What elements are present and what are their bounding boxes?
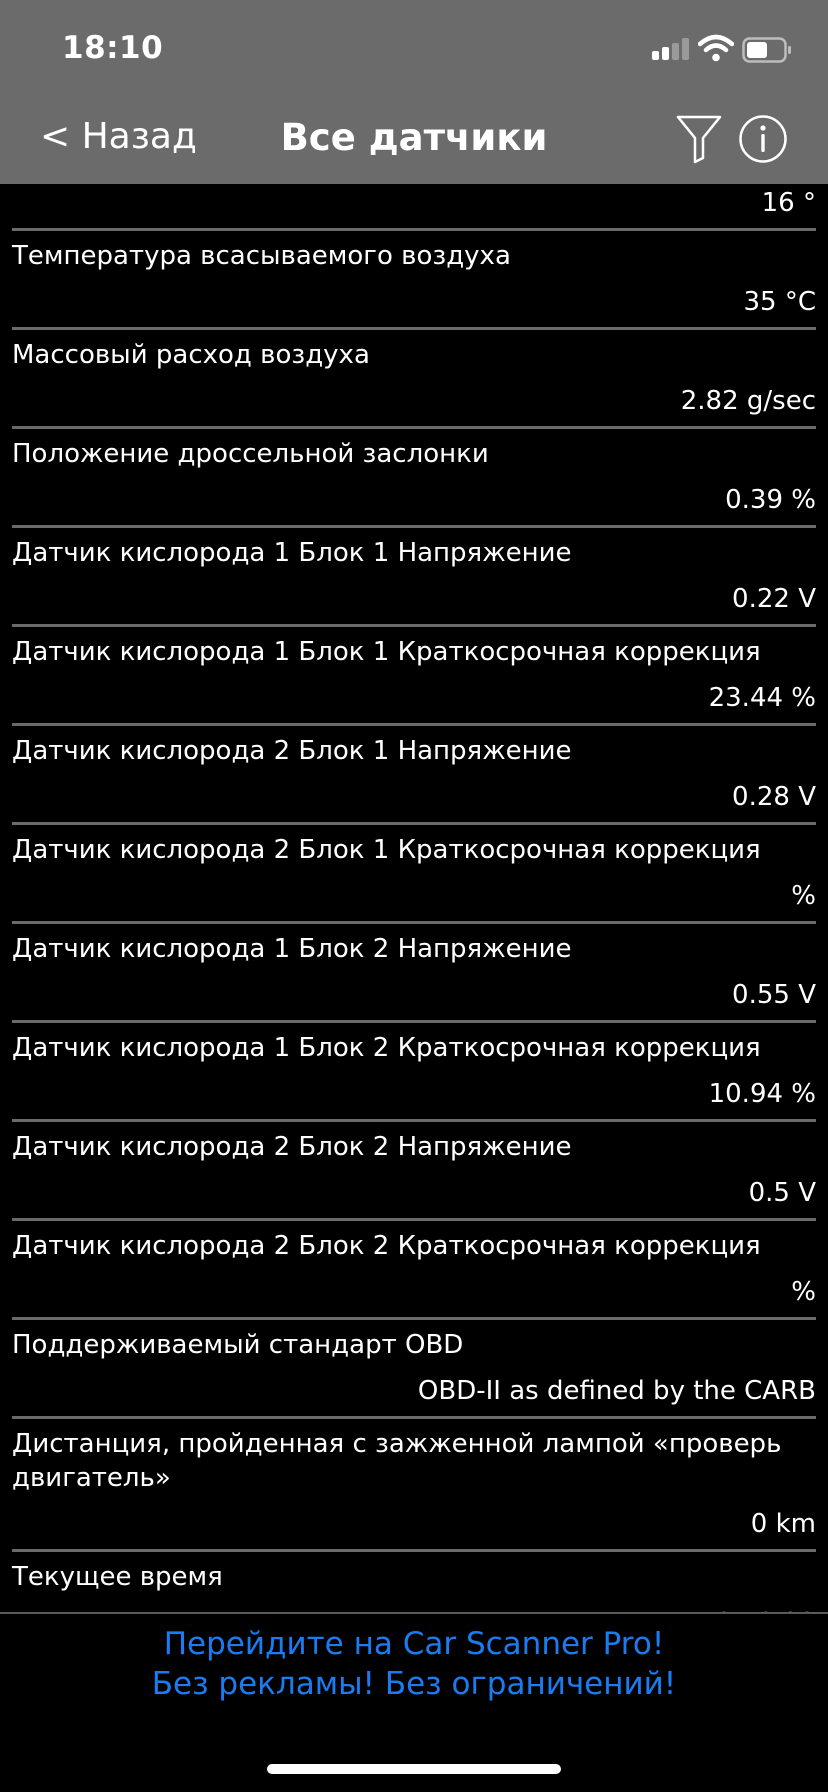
sensor-value: 35 °C	[743, 287, 816, 317]
sensor-value: 0.39 %	[725, 485, 816, 515]
sensor-row[interactable]: Датчик кислорода 2 Блок 2 Краткосрочная …	[12, 1221, 816, 1320]
sensor-value: 10.94 %	[708, 1079, 816, 1109]
sensor-name: Датчик кислорода 2 Блок 2 Напряжение	[12, 1132, 572, 1162]
sensor-row[interactable]: Поддерживаемый стандарт OBD OBD-II as def…	[12, 1320, 816, 1419]
sensor-value: 0.22 V	[732, 584, 816, 614]
sensor-row[interactable]: Дистанция, пройденная с зажженной лампой…	[12, 1419, 816, 1552]
sensor-value: 0.5 V	[748, 1178, 816, 1208]
status-time: 18:10	[62, 30, 164, 66]
promo-line-1[interactable]: Перейдите на Car Scanner Pro!	[0, 1624, 828, 1664]
sensor-name: Датчик кислорода 2 Блок 1 Напряжение	[12, 736, 572, 766]
sensor-value: 18:10:22	[12, 1594, 816, 1612]
wifi-icon	[698, 34, 734, 62]
sensor-value: 0.28 V	[732, 782, 816, 812]
footer-divider	[0, 1612, 828, 1614]
back-button[interactable]: < Назад	[40, 116, 197, 157]
sensor-row[interactable]: Массовый расход воздуха 2.82 g/sec	[12, 330, 816, 429]
sensor-value: OBD-II as defined by the CARB	[417, 1376, 816, 1406]
sensor-name: Поддерживаемый стандарт OBD	[12, 1330, 464, 1360]
sensor-value: 16 °	[761, 188, 816, 218]
sensor-name: Датчик кислорода 2 Блок 1 Краткосрочная …	[12, 835, 761, 865]
sensor-value: %	[791, 1277, 816, 1307]
sensor-row[interactable]: Датчик кислорода 1 Блок 1 Краткосрочная …	[12, 627, 816, 726]
sensor-name: Положение дроссельной заслонки	[12, 439, 489, 469]
sensor-name: Датчик кислорода 1 Блок 1 Краткосрочная …	[12, 637, 761, 667]
cellular-signal-icon	[652, 38, 692, 60]
sensor-name: Датчик кислорода 1 Блок 1 Напряжение	[12, 538, 572, 568]
sensor-name: Дистанция, пройденная с зажженной лампой…	[12, 1429, 782, 1493]
sensor-row[interactable]: 16 °	[12, 184, 816, 231]
sensor-list[interactable]: 16 ° Температура всасываемого воздуха 35 °…	[0, 184, 828, 1612]
promo-banner[interactable]: Перейдите на Car Scanner Pro! Без реклам…	[0, 1624, 828, 1704]
sensor-name: Текущее время	[12, 1562, 223, 1592]
sensor-name: Датчик кислорода 1 Блок 2 Напряжение	[12, 934, 572, 964]
sensor-row[interactable]: Положение дроссельной заслонки 0.39 %	[12, 429, 816, 528]
sensor-row[interactable]: Температура всасываемого воздуха 35 °C	[12, 231, 816, 330]
info-icon[interactable]	[738, 114, 788, 164]
sensor-name: Массовый расход воздуха	[12, 340, 370, 370]
sensor-row[interactable]: Датчик кислорода 2 Блок 2 Напряжение 0.5 …	[12, 1122, 816, 1221]
sensor-name: Датчик кислорода 2 Блок 2 Краткосрочная …	[12, 1231, 761, 1261]
sensor-name: Температура всасываемого воздуха	[12, 241, 511, 271]
sensor-value: 0 km	[750, 1509, 816, 1539]
sensor-value: %	[791, 881, 816, 911]
top-bar: 18:10 < Назад Все датчики	[0, 0, 828, 184]
sensor-value: 0.55 V	[732, 980, 816, 1010]
sensor-value: 23.44 %	[708, 683, 816, 713]
sensor-row[interactable]: Текущее время 18:10:22	[12, 1552, 816, 1612]
sensor-row[interactable]: Датчик кислорода 1 Блок 1 Напряжение 0.22…	[12, 528, 816, 627]
sensor-row[interactable]: Датчик кислорода 2 Блок 1 Краткосрочная …	[12, 825, 816, 924]
filter-icon[interactable]	[676, 114, 722, 164]
sensor-row[interactable]: Датчик кислорода 2 Блок 1 Напряжение 0.28…	[12, 726, 816, 825]
sensor-row[interactable]: Датчик кислорода 1 Блок 2 Краткосрочная …	[12, 1023, 816, 1122]
home-indicator[interactable]	[267, 1764, 561, 1774]
sensor-value: 2.82 g/sec	[680, 386, 816, 416]
promo-line-2[interactable]: Без рекламы! Без ограничений!	[0, 1664, 828, 1704]
sensor-row[interactable]: Датчик кислорода 1 Блок 2 Напряжение 0.55…	[12, 924, 816, 1023]
screen: 18:10 < Назад Все датчики 16 ° Температу…	[0, 0, 828, 1792]
sensor-name: Датчик кислорода 1 Блок 2 Краткосрочная …	[12, 1033, 761, 1063]
battery-icon	[742, 37, 791, 63]
